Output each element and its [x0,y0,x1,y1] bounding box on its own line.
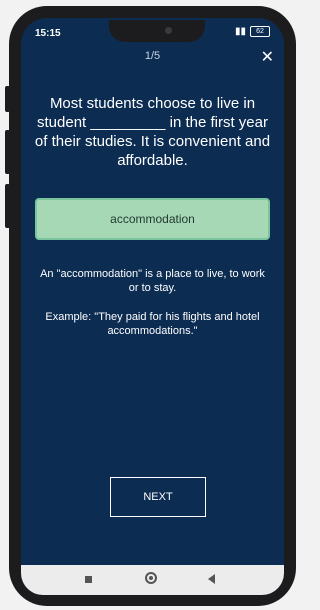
definition-text: An "accommodation" is a place to live, t… [40,268,265,294]
phone-side-button [5,184,10,228]
example-text: Example: "They paid for his flights and … [45,311,260,337]
camera-icon [165,27,172,34]
square-icon[interactable] [85,576,92,583]
triangle-back-icon[interactable] [208,574,215,584]
answer-card[interactable]: accommodation [35,198,270,240]
camera-notch [109,20,205,42]
progress-indicator: 1/5 [144,50,161,62]
phone-side-button [5,130,10,174]
android-nav-bar [21,565,284,595]
answer-text: accommodation [110,212,195,226]
close-icon[interactable]: ✕ [261,47,274,67]
question-text: Most students choose to live in student … [34,95,271,169]
status-icons: ▮▮ 62 [235,26,270,37]
next-button[interactable]: NEXT [110,477,206,517]
battery-icon: 62 [250,26,270,37]
status-time: 15:15 [35,28,61,39]
phone-side-button [5,86,10,112]
signal-icon: ▮▮ [234,26,246,37]
circle-icon[interactable] [145,572,157,584]
app-screen: 15:15 ▮▮ 62 1/5 ✕ Most students choose t… [21,18,284,595]
